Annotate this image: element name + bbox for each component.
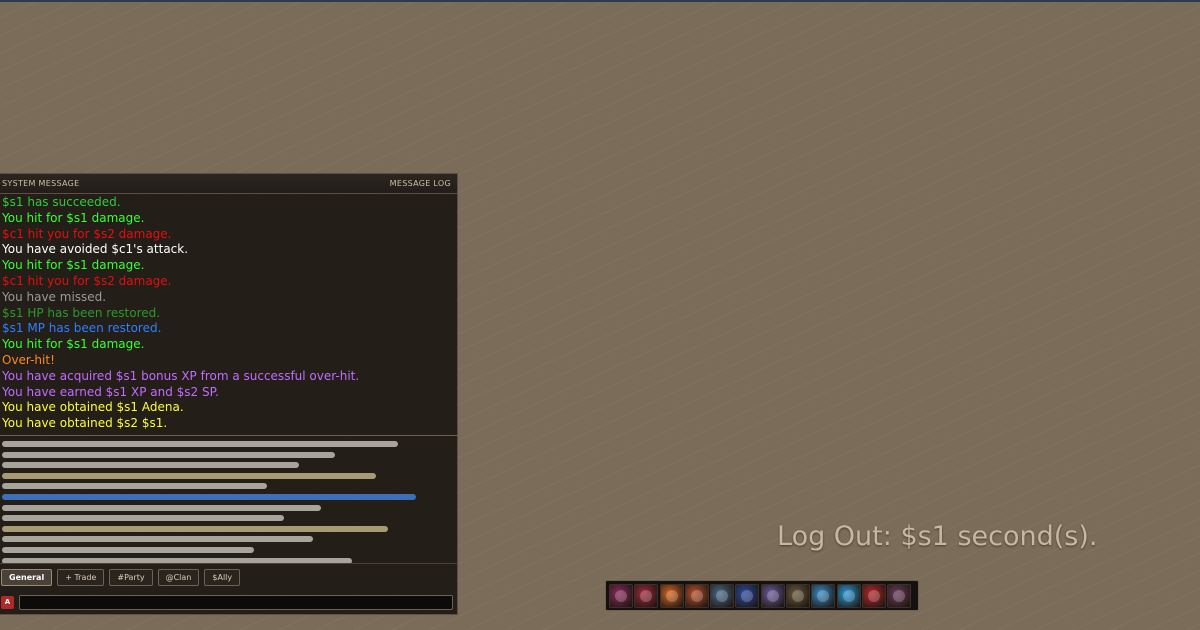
chat-line-placeholder <box>2 525 389 532</box>
chat-tab-ally[interactable]: $Ally <box>204 568 241 586</box>
system-message: You have obtained $s2 $s1. <box>2 416 168 431</box>
system-message-list: $s1 has succeeded. You hit for $s1 damage… <box>0 194 457 435</box>
system-message: You have earned $s1 XP and $s2 SP. <box>2 384 219 399</box>
chat-line-placeholder <box>2 483 267 490</box>
dark-wing-icon[interactable] <box>887 583 912 608</box>
chat-line-placeholder <box>2 504 322 511</box>
chat-tab-general[interactable]: General <box>1 568 53 586</box>
system-message: You have obtained $s1 Adena. <box>2 400 184 415</box>
chat-window[interactable]: SYSTEM MESSAGE MESSAGE LOG $s1 has succe… <box>0 173 458 615</box>
system-message: You hit for $s1 damage. <box>2 210 145 225</box>
top-border-line <box>0 0 1200 2</box>
warrior-portrait-icon[interactable] <box>609 583 633 608</box>
chat-tab-party[interactable]: #Party <box>109 568 153 586</box>
chat-line-placeholder <box>2 546 254 553</box>
blurred-chat-lines <box>2 441 442 568</box>
chat-line-placeholder <box>2 451 335 458</box>
channel-all-icon[interactable]: A <box>1 596 14 609</box>
system-message: You hit for $s1 damage. <box>2 258 145 273</box>
cyclone-icon[interactable] <box>710 583 735 608</box>
beast-claw-icon[interactable] <box>786 583 811 608</box>
system-message: You have avoided $c1's attack. <box>2 242 189 257</box>
chat-line-placeholder <box>2 515 285 522</box>
fire-burst-icon[interactable] <box>659 583 684 608</box>
blue-lightning-icon[interactable] <box>735 583 760 608</box>
chat-line-placeholder <box>2 462 299 469</box>
chat-input-row: A <box>0 590 458 615</box>
ice-shard-icon[interactable] <box>811 583 836 608</box>
chat-header-title: SYSTEM MESSAGE <box>2 179 80 188</box>
skill-shortcut-bar <box>605 580 919 611</box>
system-message: $s1 MP has been restored. <box>2 321 162 336</box>
chat-line-placeholder <box>2 472 376 479</box>
chat-tab-trade[interactable]: + Trade <box>57 568 105 586</box>
mystic-figure-icon[interactable] <box>760 583 785 608</box>
crimson-strike-icon[interactable] <box>634 583 659 608</box>
chat-line-placeholder <box>2 493 416 500</box>
message-log-label[interactable]: MESSAGE LOG <box>390 179 451 188</box>
chat-tabs: General + Trade #Party @Clan $Ally <box>0 563 458 590</box>
system-message: You have missed. <box>2 289 107 304</box>
system-message: $c1 hit you for $s2 damage. <box>2 226 172 241</box>
frost-wave-icon[interactable] <box>836 583 861 608</box>
system-message: You have acquired $s1 bonus XP from a su… <box>2 368 360 383</box>
flame-fist-icon[interactable] <box>684 583 709 608</box>
system-message: You hit for $s1 damage. <box>2 337 145 352</box>
chat-line-placeholder <box>2 536 313 543</box>
logout-countdown: Log Out: $s1 second(s). <box>777 521 1098 552</box>
system-message: Over-hit! <box>2 352 55 367</box>
chat-tab-clan[interactable]: @Clan <box>157 568 200 586</box>
chat-input[interactable] <box>19 595 453 610</box>
blood-rage-icon[interactable] <box>861 583 886 608</box>
system-message: $s1 HP has been restored. <box>2 305 161 320</box>
chat-line-placeholder <box>2 441 398 447</box>
system-message: $s1 has succeeded. <box>2 195 121 209</box>
system-message: $c1 hit you for $s2 damage. <box>2 273 172 288</box>
chat-header: SYSTEM MESSAGE MESSAGE LOG <box>0 174 457 194</box>
chat-divider <box>0 435 458 436</box>
